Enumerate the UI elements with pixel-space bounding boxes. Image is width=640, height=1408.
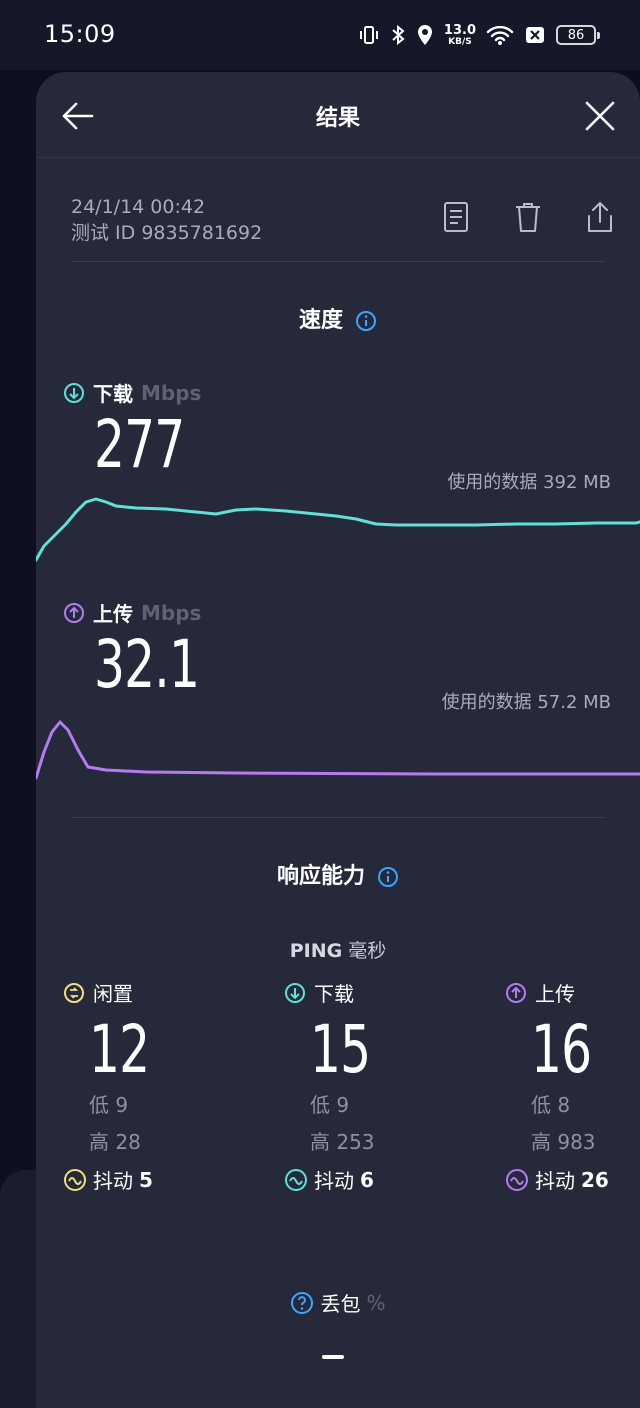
result-actions (440, 200, 616, 234)
status-bar: 15:09 13.0 KB/S 86 (0, 0, 640, 70)
download-icon (285, 982, 305, 1003)
responsiveness-section-title: 响应能力 (36, 858, 640, 890)
ping-idle-low: 低 9 (89, 1093, 129, 1117)
page-title: 结果 (315, 106, 360, 131)
packet-loss-label: 丢包 (320, 1292, 361, 1316)
sim-blocked-icon (526, 27, 544, 43)
ping-label: PING 毫秒 (289, 940, 387, 962)
ping-upload-column: 上传 16 低 8 高 983 抖动 26 (505, 978, 640, 1194)
download-icon (64, 382, 84, 403)
bluetooth-icon (392, 24, 405, 46)
results-sheet: 结果 24/1/14 00:42 测试 ID 9835781692 速度 下载 … (36, 72, 640, 1408)
help-icon[interactable] (290, 1291, 314, 1315)
ping-download-column: 下载 15 低 9 高 253 抖动 6 (284, 978, 464, 1194)
packet-loss-unit: % (366, 1290, 386, 1315)
location-icon (417, 25, 432, 45)
network-speed: 13.0 KB/S (443, 22, 476, 47)
ping-upload-value: 16 (531, 1011, 592, 1088)
ping-upload-low: 低 8 (531, 1093, 571, 1117)
jitter-download: 抖动 6 (284, 1165, 464, 1194)
status-icons: 13.0 KB/S 86 (358, 18, 600, 52)
speed-section-title: 速度 (36, 302, 640, 334)
jitter-icon (285, 1168, 307, 1191)
download-speed-value: 277 (94, 406, 185, 483)
vibrate-icon (359, 26, 378, 44)
close-icon[interactable] (580, 96, 620, 136)
upload-speed-graph (36, 720, 640, 780)
ping-upload-label: 上传 (505, 978, 640, 1007)
packet-loss-value-dash (322, 1355, 344, 1359)
trash-icon[interactable] (512, 200, 544, 234)
jitter-icon (506, 1168, 528, 1191)
download-speed-graph (36, 497, 640, 562)
test-id: 测试 ID 9835781692 (71, 222, 263, 244)
ping-download-label: 下载 (284, 978, 464, 1007)
info-icon[interactable] (355, 310, 377, 332)
battery-indicator: 86 (556, 25, 600, 45)
sheet-header: 结果 (36, 72, 640, 158)
jitter-upload: 抖动 26 (505, 1165, 640, 1194)
ping-upload-high: 高 983 (531, 1130, 596, 1154)
ping-idle-value: 12 (89, 1011, 150, 1088)
upload-icon (506, 982, 526, 1003)
ping-download-low: 低 9 (310, 1093, 350, 1117)
test-datetime: 24/1/14 00:42 (71, 196, 206, 218)
idle-icon (64, 982, 84, 1003)
ping-download-high: 高 253 (310, 1130, 375, 1154)
status-time: 15:09 (44, 20, 116, 48)
divider (71, 817, 605, 818)
download-graph-line (36, 497, 640, 562)
document-icon[interactable] (440, 200, 472, 234)
upload-graph-line (36, 720, 640, 780)
jitter-icon (64, 1168, 86, 1191)
packet-loss: 丢包 % (36, 1288, 640, 1317)
test-meta: 24/1/14 00:42 测试 ID 9835781692 (71, 194, 262, 246)
wifi-icon (486, 25, 514, 45)
ping-download-value: 15 (310, 1011, 371, 1088)
jitter-idle: 抖动 5 (63, 1165, 243, 1194)
ping-idle-high: 高 28 (89, 1130, 141, 1154)
ping-idle-column: 闲置 12 低 9 高 28 抖动 5 (63, 978, 243, 1194)
divider (71, 261, 605, 262)
ping-idle-label: 闲置 (63, 978, 243, 1007)
download-label: 下载 Mbps (63, 378, 201, 407)
share-icon[interactable] (584, 200, 616, 234)
upload-label: 上传 Mbps (63, 598, 201, 627)
upload-icon (64, 602, 84, 623)
upload-speed-value: 32.1 (94, 626, 200, 703)
info-icon[interactable] (377, 866, 399, 888)
